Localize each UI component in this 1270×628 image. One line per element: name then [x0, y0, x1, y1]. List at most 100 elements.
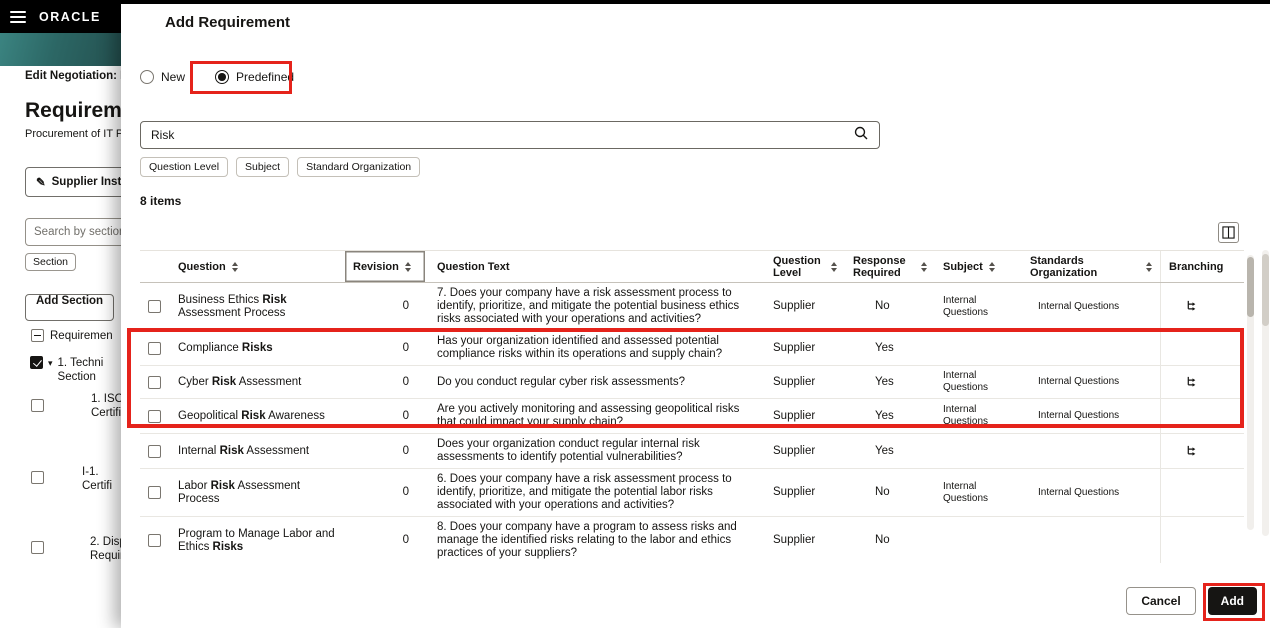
- column-header-question-text: Question Text: [437, 260, 510, 273]
- branching-icon[interactable]: [1185, 299, 1200, 314]
- radio-predefined-circle-icon[interactable]: [215, 70, 230, 84]
- standards-organization-value: Internal Questions: [1038, 376, 1120, 387]
- question-name: Business Ethics Risk Assessment Process: [178, 293, 287, 319]
- expand-caret-icon[interactable]: ▾: [48, 358, 53, 369]
- revision-value: 0: [402, 486, 409, 498]
- radio-new[interactable]: New: [140, 70, 185, 84]
- row-checkbox[interactable]: [148, 300, 161, 313]
- section-tree-item: ▾ 1. Techni Section: [30, 356, 103, 384]
- standards-organization-value: Internal Questions: [1038, 486, 1120, 498]
- subject-value: [935, 331, 1022, 365]
- edit-negotiation-label: Edit Negotiation: RF: [25, 70, 136, 82]
- column-header-question[interactable]: Question: [170, 251, 345, 282]
- question-name: Program to Manage Labor and Ethics Risks: [178, 527, 335, 553]
- table-scrollbar-thumb[interactable]: [1247, 257, 1254, 317]
- column-selector-button[interactable]: [1218, 222, 1239, 243]
- sort-icon[interactable]: [231, 261, 238, 272]
- column-header-revision[interactable]: Revision: [345, 251, 425, 282]
- question-text: 7. Does your company have a risk assessm…: [437, 287, 740, 325]
- tree-item-label: Requiremen: [50, 330, 113, 342]
- sort-icon[interactable]: [1146, 261, 1152, 272]
- question-text: Are you actively monitoring and assessin…: [437, 403, 740, 428]
- row-checkbox[interactable]: [148, 486, 161, 499]
- tree-item-label: 1. Techni Section: [57, 357, 104, 383]
- question-level: Supplier: [773, 444, 816, 457]
- requirement-type-radios: New Predefined: [140, 70, 294, 84]
- question-level: Supplier: [773, 486, 816, 498]
- filter-chip-subject[interactable]: Subject: [236, 157, 290, 177]
- filter-chip-question-level[interactable]: Question Level: [140, 157, 229, 177]
- screen: ORACLE Edit Negotiation: RF Requireme Pr…: [0, 0, 1270, 628]
- question-name: Labor Risk Assessment Process: [178, 479, 301, 505]
- branching-cell: [1160, 517, 1244, 563]
- radio-predefined[interactable]: Predefined: [215, 70, 294, 84]
- column-header-subject[interactable]: Subject: [935, 251, 1022, 282]
- row-checkbox[interactable]: [148, 444, 161, 458]
- standards-organization-value: [1022, 434, 1160, 468]
- modal-footer: Cancel Add: [1126, 587, 1257, 615]
- pencil-icon: ✎: [36, 177, 46, 189]
- column-header-question-level[interactable]: Question Level: [765, 251, 845, 282]
- question-level: Supplier: [773, 375, 816, 388]
- search-icon[interactable]: [853, 125, 869, 146]
- sort-icon[interactable]: [831, 261, 837, 272]
- sort-icon[interactable]: [404, 261, 411, 272]
- row-checkbox[interactable]: [148, 534, 161, 547]
- page-title: Requireme: [25, 99, 134, 122]
- revision-value: 0: [402, 341, 409, 354]
- items-count: 8 items: [140, 194, 182, 208]
- table-row: Geopolitical Risk Awareness 0 Are you acti…: [140, 399, 1244, 434]
- table-scrollbar[interactable]: [1247, 255, 1254, 530]
- sort-icon[interactable]: [921, 261, 927, 272]
- menu-icon[interactable]: [10, 10, 26, 23]
- sort-icon[interactable]: [988, 261, 995, 272]
- column-header-standards-organization[interactable]: Standards Organization: [1022, 251, 1160, 282]
- section-filter-chip[interactable]: Section: [25, 253, 77, 271]
- hero-banner-image: [0, 33, 121, 66]
- question-search-value: Risk: [151, 128, 175, 142]
- tree-checkbox[interactable]: [31, 399, 44, 412]
- requirements-table-body: Business Ethics Risk Assessment Process 0…: [140, 283, 1244, 563]
- response-required: No: [875, 300, 890, 312]
- filter-chip-standard-organization[interactable]: Standard Organization: [297, 157, 421, 177]
- row-checkbox[interactable]: [148, 409, 161, 423]
- table-row: Cyber Risk Assessment 0 Do you conduct reg…: [140, 366, 1244, 399]
- subject-value: [935, 517, 1022, 563]
- response-required: Yes: [875, 375, 894, 388]
- row-checkbox[interactable]: [148, 341, 161, 355]
- question-search-input[interactable]: Risk: [140, 121, 880, 149]
- add-button[interactable]: Add: [1207, 587, 1257, 615]
- response-required: Yes: [875, 444, 894, 457]
- cancel-button[interactable]: Cancel: [1126, 587, 1196, 615]
- tree-checkbox[interactable]: [30, 356, 43, 369]
- tree-checkbox[interactable]: [31, 541, 44, 554]
- tree-checkbox[interactable]: [31, 471, 44, 484]
- modal-scrollbar-thumb[interactable]: [1262, 254, 1269, 326]
- page-subtitle: Procurement of IT P: [25, 128, 124, 140]
- requirements-table-header: Question Revision Question Text Question Le…: [140, 250, 1244, 283]
- branching-icon[interactable]: [1185, 444, 1200, 459]
- subject-value: Internal Questions: [943, 294, 989, 318]
- branching-cell: [1160, 331, 1244, 365]
- question-text: Do you conduct regular cyber risk assess…: [437, 375, 685, 388]
- modal-scrollbar[interactable]: [1262, 250, 1269, 536]
- subject-value: Internal Questions: [943, 370, 989, 393]
- table-row: Program to Manage Labor and Ethics Risks…: [140, 517, 1244, 563]
- question-name: Compliance Risks: [178, 341, 273, 354]
- branching-icon[interactable]: [1185, 375, 1200, 390]
- radio-new-circle-icon[interactable]: [140, 70, 154, 84]
- subject-value: [935, 434, 1022, 468]
- response-required: No: [875, 486, 890, 498]
- response-required: Yes: [875, 409, 894, 422]
- branching-cell: [1160, 434, 1244, 468]
- oracle-logo: ORACLE: [39, 9, 101, 24]
- tree-checkbox[interactable]: [31, 329, 44, 342]
- subject-value: Internal Questions: [943, 404, 989, 427]
- modal-title: Add Requirement: [165, 14, 291, 31]
- column-header-response-required[interactable]: Response Required: [845, 251, 935, 282]
- row-checkbox[interactable]: [148, 375, 161, 389]
- question-text: 6. Does your company have a risk assessm…: [437, 473, 732, 511]
- branching-cell: [1160, 469, 1244, 516]
- add-section-button[interactable]: Add Section: [25, 294, 115, 321]
- question-text: Has your organization identified and ass…: [437, 335, 723, 360]
